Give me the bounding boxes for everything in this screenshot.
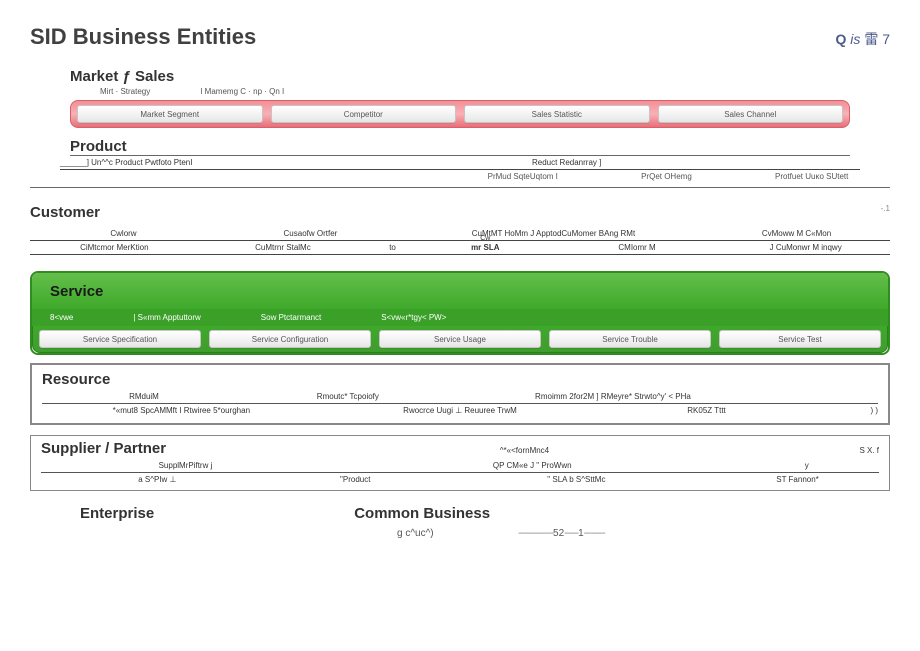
page-corner-label: Q is 雷 7 xyxy=(836,29,890,49)
c-r1-d: CvMoww M C«Mon xyxy=(703,229,890,238)
c-r2-a: CiMtcmor MerKtion xyxy=(30,243,199,252)
r-r2-b: Rwocrce Uugi ⊥ Reuuree TrwM xyxy=(321,406,600,415)
chip-service-usage[interactable]: Service Usage xyxy=(379,330,541,348)
service-buttons: Service Specification Service Configurat… xyxy=(32,326,888,353)
product-r2-b: PrQet OHemg xyxy=(641,172,692,181)
chip-service-configuration[interactable]: Service Configuration xyxy=(209,330,371,348)
c-r2-e: J CuMonwr M inqwy xyxy=(721,243,890,252)
resource-row1: RMduiM Rmoutc* Tcpoiofy Rmoimm 2for2M ] … xyxy=(42,390,878,404)
chip-sales-channel[interactable]: Sales Channel xyxy=(658,105,844,123)
r-r2-c: RK05Z Tttt xyxy=(599,406,813,415)
customer-row1: Cwlorw Cusaofw Ortfer CuMtMT HoMm J Appt… xyxy=(30,227,890,241)
footer-left: g c^uc^) xyxy=(315,528,515,539)
customer-row2: CiMtcmor MerKtion CuMtrnr StalMc to Cw m… xyxy=(30,241,890,255)
footer-page-a: 52 xyxy=(553,528,564,539)
is-label: is xyxy=(850,31,860,47)
c-r2-mid: mr SLA xyxy=(471,243,499,252)
c-r1-c: CuMtMT HoMm J ApptodCuMomer BAng RMt xyxy=(404,229,703,238)
sp-r2-c: " SLA b S^SttMc xyxy=(437,475,716,484)
resource-block: Resource RMduiM Rmoutc* Tcpoiofy Rmoimm … xyxy=(30,363,890,425)
r-r1-a: RMduiM xyxy=(42,392,246,401)
product-row2: PrMud SqteUqtom I PrQet OHemg Protfuet U… xyxy=(30,170,890,188)
market-sub-right: I Mamemg C · np · Qn I xyxy=(200,87,284,96)
c-r1-b: Cusaofw Ortfer xyxy=(217,229,404,238)
chip-market-segment[interactable]: Market Segment xyxy=(77,105,263,123)
sp-r1-c: y xyxy=(735,461,879,470)
c-r2-mid-top: Cw xyxy=(480,235,490,242)
s-mid-a: 8<vwe xyxy=(50,313,73,322)
service-block: Service 8<vwe | S«mm Apptuttorw Sow Ptct… xyxy=(30,271,890,355)
product-heading: Product xyxy=(70,138,850,156)
chip-service-test[interactable]: Service Test xyxy=(719,330,881,348)
r-r2-d: ) ) xyxy=(814,406,878,415)
r-r1-b: Rmoutc* Tcpoiofy xyxy=(246,392,450,401)
customer-heading: Customer xyxy=(30,204,890,223)
customer-marker: -.1 xyxy=(881,204,890,213)
sup-right1: ^*«<fornMnc4 xyxy=(363,446,685,455)
sup-right2: S X. f xyxy=(686,446,879,455)
sp-r2-a: a S^PIw ⊥ xyxy=(41,475,274,484)
market-band: Market Segment Competitor Sales Statisti… xyxy=(70,100,850,128)
c-r2-d: CMIomr M xyxy=(553,243,722,252)
c-r2-c: to xyxy=(367,243,418,252)
dash-icon: ------ xyxy=(564,528,578,539)
product-r2-c: Protfuet Uuκo SUtett xyxy=(775,172,848,181)
q-icon: Q xyxy=(836,31,847,47)
s-mid-b: | S«mm Apptuttorw xyxy=(133,313,200,322)
s-mid-d: S<vw«r*tgy< PW> xyxy=(381,313,446,322)
supplier-row2: a S^PIw ⊥ "Product " SLA b S^SttMc ST Fa… xyxy=(41,473,879,486)
resource-row2: *«mut8 SpcAMMft I Rtwiree 5*ourghan Rwoc… xyxy=(42,404,878,417)
service-heading: Service xyxy=(32,273,888,309)
r-r1-c: Rmoimm 2for2M ] RMeyre* Strwto^y' < PHa xyxy=(450,392,776,401)
supplier-row1: SupplMrPiftrw j QP CM«e J " ProWwn y xyxy=(41,459,879,473)
enterprise-heading: Enterprise xyxy=(80,505,154,522)
sp-r1-b: QP CM«e J " ProWwn xyxy=(330,461,735,470)
c-r2-b: CuMtrnr StalMc xyxy=(199,243,368,252)
corner-suffix: 雷 7 xyxy=(864,31,890,47)
r-r1-d xyxy=(776,392,878,401)
service-midrow: 8<vwe | S«mm Apptuttorw Sow Ptctarmanct … xyxy=(32,309,888,326)
page-title: SID Business Entities xyxy=(30,24,256,50)
sp-r1-a: SupplMrPiftrw j xyxy=(41,461,330,470)
r-r2-a: *«mut8 SpcAMMft I Rtwiree 5*ourghan xyxy=(42,406,321,415)
chip-service-specification[interactable]: Service Specification xyxy=(39,330,201,348)
sp-r2-b: "Product xyxy=(274,475,437,484)
chip-service-trouble[interactable]: Service Trouble xyxy=(549,330,711,348)
c-r1-a: Cwlorw xyxy=(30,229,217,238)
dash-icon: --------------- xyxy=(518,528,553,539)
product-r2-a: PrMud SqteUqtom I xyxy=(488,172,558,181)
product-row1-right: Reduct Redanrray ] xyxy=(433,158,700,167)
s-mid-c: Sow Ptctarmanct xyxy=(261,313,321,322)
common-business-heading: Common Business xyxy=(354,505,490,522)
dash-icon: --------- xyxy=(584,528,605,539)
product-row1-left: ______] Un^^c Product Pwtfoto PtenI xyxy=(60,158,433,167)
chip-competitor[interactable]: Competitor xyxy=(271,105,457,123)
market-sub-left: Mirt · Strategy xyxy=(100,87,150,96)
resource-heading: Resource xyxy=(42,371,878,390)
sp-r2-d: ST Fannon* xyxy=(716,475,879,484)
supplier-heading: Supplier / Partner xyxy=(41,440,363,459)
footer: g c^uc^) ---------------52------1-------… xyxy=(0,528,920,539)
chip-sales-statistic[interactable]: Sales Statistic xyxy=(464,105,650,123)
supplier-block: Supplier / Partner ^*«<fornMnc4 S X. f S… xyxy=(30,435,890,491)
market-sales-heading: Market ƒ Sales xyxy=(30,68,890,85)
